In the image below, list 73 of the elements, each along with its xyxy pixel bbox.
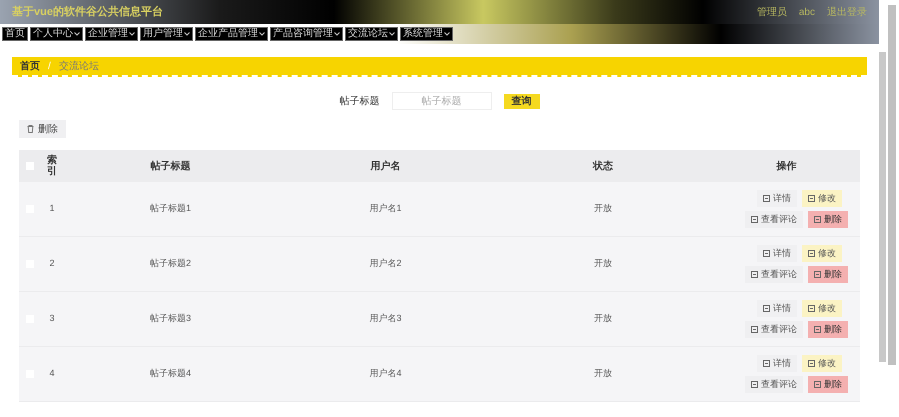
nav-menu-item[interactable]: 交流论坛: [345, 27, 398, 41]
inner-scrollbar[interactable]: [879, 52, 886, 362]
document-icon: [808, 360, 815, 367]
details-button[interactable]: 详情: [757, 245, 797, 262]
site-title: 基于vue的软件谷公共信息平台: [12, 4, 163, 20]
user-role: 管理员: [756, 6, 787, 20]
nav-menu-item[interactable]: 个人中心: [30, 27, 83, 41]
index-cell: 2: [49, 258, 54, 268]
document-icon: [751, 271, 758, 278]
document-icon: [763, 195, 770, 202]
title-cell: 帖子标题3: [150, 313, 191, 324]
username-cell: 用户名2: [369, 258, 402, 268]
index-cell: 3: [49, 313, 54, 324]
username-cell: 用户名1: [369, 203, 402, 214]
document-icon: [751, 326, 758, 333]
index-cell: 1: [49, 203, 54, 214]
column-header: 状态: [593, 160, 613, 172]
breadcrumb-separator: /: [48, 60, 51, 74]
row-delete-button[interactable]: 删除: [808, 266, 848, 283]
status-cell: 开放: [594, 313, 612, 324]
title-cell: 帖子标题2: [150, 258, 191, 268]
search-label: 帖子标题: [340, 94, 380, 108]
nav-menu-item[interactable]: 企业管理: [85, 27, 138, 41]
document-icon: [814, 326, 821, 333]
status-cell: 开放: [594, 368, 612, 378]
row-delete-button[interactable]: 删除: [808, 321, 848, 338]
document-icon: [808, 305, 815, 312]
trash-icon: [27, 125, 34, 133]
document-icon: [814, 216, 821, 223]
column-header: 索引: [47, 155, 57, 177]
document-icon: [763, 250, 770, 257]
search-field[interactable]: 帖子标题: [392, 92, 492, 110]
column-header: 帖子标题: [150, 160, 190, 172]
breadcrumb-link[interactable]: 首页: [20, 58, 40, 74]
document-icon: [751, 216, 758, 223]
view-comments-button[interactable]: 查看评论: [745, 266, 803, 283]
details-button[interactable]: 详情: [757, 300, 797, 317]
status-cell: 开放: [594, 258, 612, 268]
user-name: abc: [798, 6, 815, 20]
title-cell: 帖子标题4: [150, 368, 191, 378]
nav-menu-item[interactable]: 用户管理: [140, 27, 193, 41]
username-cell: 用户名4: [369, 368, 402, 378]
edit-button[interactable]: 修改: [802, 355, 842, 372]
edit-button[interactable]: 修改: [802, 245, 842, 262]
view-comments-button[interactable]: 查看评论: [745, 376, 803, 393]
index-cell: 4: [49, 368, 54, 378]
delete-button[interactable]: 删除: [19, 120, 66, 138]
nav-menu-item[interactable]: 首页: [2, 27, 28, 41]
view-comments-button[interactable]: 查看评论: [745, 211, 803, 228]
status-cell: 开放: [594, 203, 612, 214]
page-scrollbar[interactable]: [888, 5, 896, 365]
nav-menu-item[interactable]: 企业产品管理: [195, 27, 268, 41]
row-delete-button[interactable]: 删除: [808, 376, 848, 393]
column-header: 操作: [776, 160, 796, 172]
edit-button[interactable]: 修改: [802, 300, 842, 317]
nav-menu-item[interactable]: 产品咨询管理: [270, 27, 343, 41]
username-cell: 用户名3: [369, 313, 402, 324]
document-icon: [808, 250, 815, 257]
edit-button[interactable]: 修改: [802, 190, 842, 207]
title-cell: 帖子标题1: [150, 203, 191, 214]
details-button[interactable]: 详情: [757, 355, 797, 372]
document-icon: [814, 271, 821, 278]
nav-menu-item[interactable]: 系统管理: [400, 27, 453, 41]
view-comments-button[interactable]: 查看评论: [745, 321, 803, 338]
document-icon: [751, 381, 758, 388]
details-button[interactable]: 详情: [757, 190, 797, 207]
column-header: 用户名: [370, 160, 400, 172]
document-icon: [763, 360, 770, 367]
document-icon: [814, 381, 821, 388]
document-icon: [763, 305, 770, 312]
query-button[interactable]: 查询: [504, 94, 540, 108]
document-icon: [808, 195, 815, 202]
row-delete-button[interactable]: 删除: [808, 211, 848, 228]
